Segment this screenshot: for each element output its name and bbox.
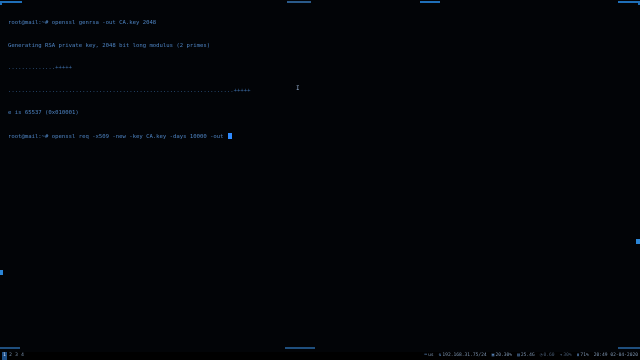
datetime-value: 20:49 02-04-2020: [593, 353, 638, 358]
load-indicator: ◔ 0.60: [540, 352, 555, 360]
workspace-button-2[interactable]: 2: [8, 352, 13, 360]
cpu-icon: ▣: [491, 353, 495, 358]
workspace-button-3[interactable]: 3: [14, 352, 19, 360]
network-indicator: ⇅ 192.168.31.75/24: [439, 352, 487, 360]
network-icon: ⇅: [438, 353, 442, 358]
status-bar: 1 2 3 4 ⌨ us ⇅ 192.168.31.75/24 ▣ 20.30%…: [0, 352, 640, 360]
terminal-line: Generating RSA private key, 2048 bit lon…: [8, 42, 211, 49]
load-icon: ◔: [539, 353, 543, 358]
terminal-line: ..............+++++: [8, 65, 72, 71]
mouse-ibeam-cursor-icon: I: [296, 85, 300, 92]
workspace-button-1[interactable]: 1: [2, 352, 7, 360]
hud-bottom-center-bar: [285, 347, 315, 349]
hud-corner-bottom-left: [0, 347, 20, 349]
hud-top-center-bar: [287, 1, 311, 3]
terminal-line: root@mail:~# openssl genrsa -out CA.key …: [8, 20, 157, 26]
battery-icon: ▮: [576, 353, 580, 358]
hud-corner-top-right: [618, 1, 640, 3]
cpu-indicator: ▣ 20.30%: [492, 352, 512, 360]
desktop-frame: root@mail:~# openssl genrsa -out CA.key …: [0, 0, 640, 360]
workspace-button-4[interactable]: 4: [20, 352, 25, 360]
keyboard-icon: ⌨: [424, 353, 428, 358]
hud-top-right-bar: [420, 1, 440, 3]
terminal-output[interactable]: root@mail:~# openssl genrsa -out CA.key …: [8, 5, 632, 345]
hud-right-marker: [636, 239, 640, 244]
workspace-switcher: 1 2 3 4: [2, 352, 25, 360]
memory-indicator: ▤ 25.4G: [517, 352, 535, 360]
volume-indicator: ◂ 30%: [560, 352, 572, 360]
terminal-command-input[interactable]: root@mail:~# openssl req -x509 -new -key…: [8, 134, 227, 140]
hud-left-marker: [0, 270, 3, 275]
clock-indicator: 20:49 02-04-2020: [594, 352, 638, 360]
battery-indicator: ▮ 71%: [577, 352, 589, 360]
status-indicators: ⌨ us ⇅ 192.168.31.75/24 ▣ 20.30% ▤ 25.4G…: [424, 352, 638, 360]
memory-value: 25.4G: [520, 353, 535, 358]
hud-corner-bottom-right: [618, 347, 640, 349]
battery-value: 71%: [580, 353, 589, 358]
hud-corner-top-left-tick: [0, 1, 2, 5]
terminal-prompt-line[interactable]: root@mail:~# openssl req -x509 -new -key…: [8, 132, 632, 141]
terminal-line: e is 65537 (0x010001): [8, 110, 79, 116]
cpu-value: 20.30%: [495, 353, 513, 358]
memory-icon: ▤: [517, 353, 520, 358]
volume-icon: ◂: [559, 353, 563, 358]
network-value: 192.168.31.75/24: [442, 353, 487, 358]
keyboard-layout-value: us: [428, 353, 434, 358]
hud-corner-top-left: [0, 1, 22, 3]
terminal-line: ........................................…: [8, 87, 251, 94]
keyboard-layout-indicator: ⌨ us: [424, 352, 433, 360]
load-value: 0.60: [543, 353, 555, 358]
volume-value: 30%: [563, 353, 572, 358]
text-cursor: [227, 132, 232, 139]
